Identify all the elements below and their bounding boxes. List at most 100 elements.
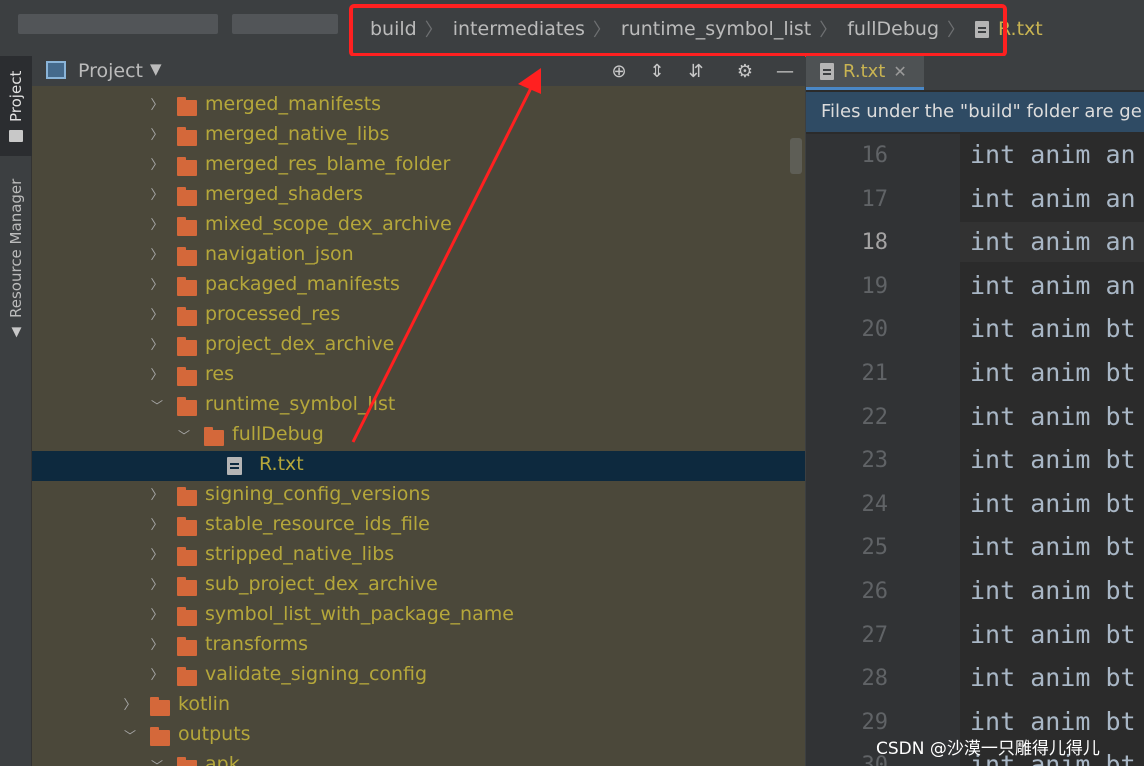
line-number: 28 <box>861 666 889 692</box>
tree-folder-row[interactable]: merged_shaders <box>32 181 805 211</box>
code-line[interactable]: int anim an <box>960 222 1144 263</box>
folder-icon <box>177 307 197 326</box>
code-line[interactable]: int anim bt <box>960 353 1144 393</box>
tree-item-label: project_dex_archive <box>205 333 395 355</box>
tree-folder-row[interactable]: validate_signing_config <box>32 661 805 691</box>
chevron-right-icon[interactable] <box>150 279 164 293</box>
folder-icon <box>9 129 23 142</box>
code-line[interactable]: int anim an <box>960 135 1144 175</box>
tree-folder-row[interactable]: merged_manifests <box>32 91 805 121</box>
project-view-selector[interactable]: Project <box>78 60 143 82</box>
folder-icon <box>177 577 197 596</box>
folder-icon <box>177 367 197 386</box>
chevron-right-icon[interactable] <box>150 219 164 233</box>
chevron-right-icon[interactable] <box>150 369 164 383</box>
code-line[interactable]: int anim bt <box>960 658 1144 698</box>
line-number: 24 <box>861 491 889 517</box>
folder-icon <box>177 157 197 176</box>
breadcrumb-item-build[interactable]: build <box>370 18 417 40</box>
tree-folder-row[interactable]: transforms <box>32 631 805 661</box>
line-number-gutter: 16 17 18 19 20 21 22 23 24 25 26 27 28 29 30 <box>806 134 960 766</box>
chevron-right-icon[interactable] <box>150 549 164 563</box>
chevron-right-icon[interactable] <box>123 699 137 713</box>
chevron-down-icon[interactable] <box>123 729 137 743</box>
chevron-right-icon[interactable] <box>150 159 164 173</box>
tree-folder-row[interactable]: navigation_json <box>32 241 805 271</box>
code-line[interactable]: int anim bt <box>960 440 1144 480</box>
tree-folder-row[interactable]: outputs <box>32 721 805 751</box>
tree-folder-row[interactable]: symbol_list_with_package_name <box>32 601 805 631</box>
text-file-icon <box>227 457 242 475</box>
chevron-right-icon: 〉 <box>947 20 966 41</box>
expand-all-icon[interactable]: ⇕ <box>644 58 670 84</box>
editor-tab-r-txt[interactable]: R.txt ✕ <box>806 56 924 90</box>
close-icon[interactable]: ✕ <box>893 62 906 81</box>
code-line[interactable]: int anim an <box>960 179 1144 219</box>
code-line[interactable]: int anim bt <box>960 309 1144 349</box>
code-line[interactable]: int anim bt <box>960 397 1144 437</box>
line-number: 18 <box>861 230 889 256</box>
blurred-module-name <box>232 14 338 34</box>
generated-files-banner: Files under the "build" folder are ge <box>806 92 1144 132</box>
tool-tab-resource-manager[interactable]: ▲ Resource Manager <box>0 164 32 354</box>
chevron-right-icon[interactable] <box>150 189 164 203</box>
chevron-right-icon[interactable] <box>150 519 164 533</box>
breadcrumb-item-runtime-symbol-list[interactable]: runtime_symbol_list <box>621 18 811 40</box>
code-area[interactable]: int anim an int anim an int anim an int ani… <box>960 134 1144 766</box>
code-line[interactable]: int anim bt <box>960 571 1144 611</box>
chevron-right-icon: 〉 <box>592 20 611 41</box>
tree-item-label: validate_signing_config <box>205 663 428 685</box>
chevron-right-icon[interactable] <box>150 309 164 323</box>
chevron-right-icon[interactable] <box>150 99 164 113</box>
tree-folder-row[interactable]: project_dex_archive <box>32 331 805 361</box>
tree-folder-row[interactable]: stable_resource_ids_file <box>32 511 805 541</box>
tree-folder-row[interactable]: merged_native_libs <box>32 121 805 151</box>
chevron-right-icon[interactable] <box>150 129 164 143</box>
chevron-down-icon[interactable] <box>150 399 164 413</box>
tree-folder-row[interactable]: apk <box>32 751 805 766</box>
code-line[interactable]: int anim an <box>960 266 1144 306</box>
tree-item-label: symbol_list_with_package_name <box>205 603 514 625</box>
tree-folder-row[interactable]: mixed_scope_dex_archive <box>32 211 805 241</box>
collapse-all-icon[interactable]: ⇵ <box>683 58 709 84</box>
tree-folder-row[interactable]: processed_res <box>32 301 805 331</box>
chevron-down-icon[interactable]: ▼ <box>150 60 162 78</box>
locate-icon[interactable]: ⊕ <box>606 58 632 84</box>
tree-item-label: merged_shaders <box>205 183 364 205</box>
hide-panel-icon[interactable]: — <box>772 58 798 84</box>
tree-item-label: kotlin <box>178 693 230 715</box>
tree-item-label: stripped_native_libs <box>205 543 395 565</box>
tree-folder-row[interactable]: packaged_manifests <box>32 271 805 301</box>
tree-file-row[interactable]: R.txt <box>32 451 805 481</box>
chevron-right-icon[interactable] <box>150 249 164 263</box>
tree-folder-row[interactable]: stripped_native_libs <box>32 541 805 571</box>
breadcrumb-item-fulldebug[interactable]: fullDebug <box>847 18 939 40</box>
folder-icon <box>177 517 197 536</box>
code-line[interactable]: int anim bt <box>960 484 1144 524</box>
breadcrumb-item-r-txt[interactable]: R.txt <box>998 18 1043 40</box>
navigation-bar: build 〉 intermediates 〉 runtime_symbol_l… <box>0 0 1144 57</box>
tree-folder-row[interactable]: kotlin <box>32 691 805 721</box>
chevron-right-icon[interactable] <box>150 669 164 683</box>
chevron-right-icon[interactable] <box>150 579 164 593</box>
tree-folder-row[interactable]: runtime_symbol_list <box>32 391 805 421</box>
gear-icon[interactable]: ⚙ <box>732 58 758 84</box>
breadcrumb-item-intermediates[interactable]: intermediates <box>453 18 585 40</box>
tree-folder-row[interactable]: sub_project_dex_archive <box>32 571 805 601</box>
code-line[interactable]: int anim bt <box>960 527 1144 567</box>
tree-folder-row[interactable]: res <box>32 361 805 391</box>
chevron-right-icon[interactable] <box>150 489 164 503</box>
tree-folder-row[interactable]: fullDebug <box>32 421 805 451</box>
tree-folder-row[interactable]: merged_res_blame_folder <box>32 151 805 181</box>
project-panel-header: Project ▼ ⊕ ⇕ ⇵ ⚙ — <box>32 56 805 86</box>
chevron-right-icon[interactable] <box>150 639 164 653</box>
chevron-down-icon[interactable] <box>150 759 164 766</box>
chevron-down-icon[interactable] <box>177 429 191 443</box>
tool-tab-project[interactable]: Project <box>0 56 32 156</box>
chevron-right-icon[interactable] <box>150 609 164 623</box>
chevron-right-icon[interactable] <box>150 339 164 353</box>
code-line[interactable]: int anim bt <box>960 615 1144 655</box>
tree-folder-row[interactable]: signing_config_versions <box>32 481 805 511</box>
tree-scrollbar[interactable] <box>790 138 802 174</box>
tree-item-label: res <box>205 363 234 385</box>
